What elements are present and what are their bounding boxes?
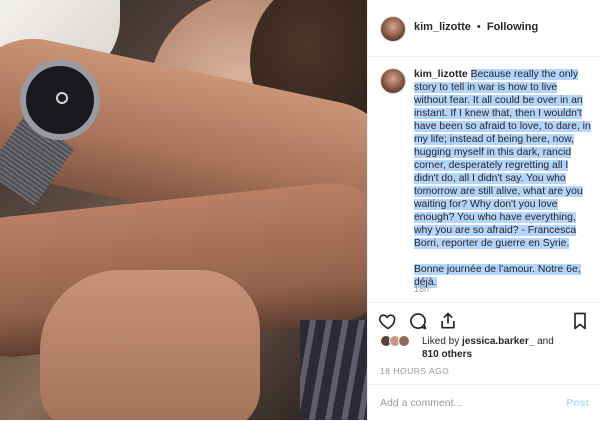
caption-text-highlighted: Because really the only story to tell in… (414, 69, 591, 249)
photo-hand (40, 270, 260, 420)
likes-conjunction: and (537, 336, 554, 347)
likes-prefix: Liked by (422, 336, 460, 347)
header-separator: • (476, 21, 481, 33)
action-bar (368, 302, 600, 337)
post-photo[interactable] (0, 0, 367, 420)
post-age[interactable]: 18 HOURS AGO (380, 366, 449, 376)
photo-pillow (300, 320, 367, 420)
likes-text: Liked by jessica.barker_ and 810 others (422, 335, 554, 361)
caption-time[interactable]: 18h (414, 284, 429, 294)
header-line: kim_lizotte • Following (414, 21, 538, 33)
caption-username[interactable]: kim_lizotte (414, 69, 468, 80)
bookmark-icon[interactable] (570, 311, 590, 331)
post-header: kim_lizotte • Following (368, 0, 600, 57)
likes-others[interactable]: 810 others (422, 349, 472, 360)
post-comment-button[interactable]: Post (566, 397, 589, 409)
liker-username[interactable]: jessica.barker_ (462, 336, 534, 347)
add-comment-input[interactable]: Add a comment... (380, 397, 462, 409)
author-avatar[interactable] (380, 16, 406, 42)
liker-avatar (398, 335, 410, 347)
caption-avatar[interactable] (380, 68, 406, 94)
author-username[interactable]: kim_lizotte (414, 21, 471, 33)
following-button[interactable]: Following (487, 21, 538, 33)
comment-icon[interactable] (408, 311, 428, 331)
post-side-panel: kim_lizotte • Following kim_lizotte Beca… (367, 0, 600, 420)
instagram-post-view: kim_lizotte • Following kim_lizotte Beca… (0, 0, 600, 420)
share-icon[interactable] (438, 311, 458, 331)
caption-comment: kim_lizotte Because really the only stor… (368, 56, 600, 302)
heart-icon[interactable] (378, 311, 398, 331)
add-comment-bar: Add a comment... Post (368, 384, 600, 421)
photo-watch-logo (56, 92, 68, 104)
likes-row: Liked by jessica.barker_ and 810 others (380, 335, 595, 365)
caption-text-second: Bonne journée de l'amour. Notre 6e, déjà… (414, 264, 581, 288)
caption-text-block: kim_lizotte Because really the only stor… (414, 68, 592, 289)
